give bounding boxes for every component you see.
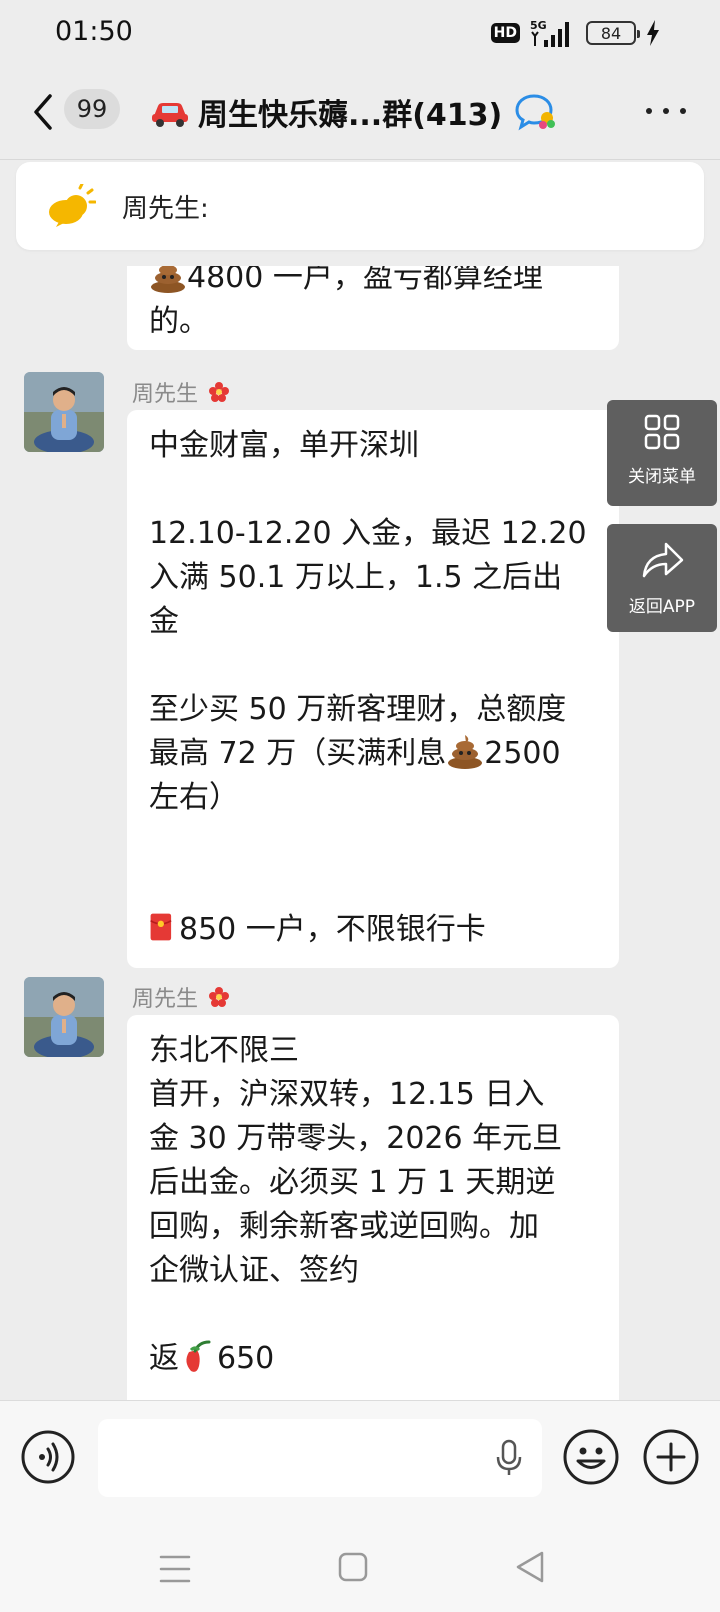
avatar-image bbox=[24, 977, 104, 1057]
close-menu-label: 关闭菜单 bbox=[628, 467, 696, 487]
mic-icon[interactable] bbox=[496, 1439, 522, 1477]
group-title-wrap[interactable]: 周生快乐薅...群(413) bbox=[150, 90, 558, 134]
signal-icon: 5G bbox=[530, 19, 569, 47]
grid-icon bbox=[644, 414, 680, 450]
chat-header: 99 周生快乐薅...群(413) bbox=[0, 66, 720, 160]
car-icon bbox=[152, 103, 188, 127]
home-icon[interactable] bbox=[338, 1552, 368, 1582]
hd-icon: HD bbox=[490, 23, 520, 43]
message-text: 最高 72 万（买满利息 bbox=[149, 736, 447, 771]
sender-name-row: 周先生 bbox=[132, 981, 230, 1013]
sender-name: 周先生 bbox=[132, 382, 199, 407]
more-icon[interactable] bbox=[646, 104, 686, 118]
message-line: 东北不限三 bbox=[149, 1033, 299, 1068]
avatar-image bbox=[24, 372, 104, 452]
message-line: 4800 一户，盈亏都算经理 bbox=[149, 266, 597, 300]
message-line: 的。 bbox=[149, 304, 209, 339]
message-line bbox=[149, 1293, 597, 1337]
message-line: 金 30 万带零头，2026 年元旦 bbox=[149, 1121, 563, 1156]
back-app-button[interactable]: 返回APP bbox=[607, 524, 717, 632]
sender-name: 周先生 bbox=[132, 987, 199, 1012]
message-line: 返 650 bbox=[149, 1337, 597, 1381]
svg-text:5G: 5G bbox=[530, 19, 547, 32]
message-line: 最高 72 万（买满利息 2500 bbox=[149, 732, 597, 776]
message-text: 返 bbox=[149, 1341, 179, 1376]
poop-emoji-icon bbox=[151, 266, 185, 293]
status-icons: HD 5G 84 bbox=[490, 16, 660, 50]
message-line: 至少买 50 万新客理财，总额度 bbox=[149, 692, 567, 727]
share-arrow-icon bbox=[642, 542, 684, 578]
message-line: 金 bbox=[149, 604, 179, 639]
message-line: 中金财富，单开深圳 bbox=[149, 428, 419, 463]
message-line: 左右） bbox=[149, 780, 239, 815]
sender-name-row: 周先生 bbox=[132, 376, 230, 408]
message-line: 企微认证、签约 bbox=[149, 1253, 359, 1288]
chat-bubble-icon[interactable] bbox=[514, 92, 558, 132]
message-input[interactable] bbox=[98, 1419, 542, 1497]
message-text: 850 一户，不限银行卡 bbox=[179, 912, 486, 947]
message-line: 850 一户，不限银行卡 bbox=[149, 908, 597, 952]
nav-back-icon[interactable] bbox=[514, 1550, 546, 1584]
message-text: 650 bbox=[217, 1341, 275, 1376]
pinned-text: 周先生: bbox=[122, 194, 209, 224]
message-line bbox=[149, 644, 597, 688]
message-text: 4800 一户，盈亏都算经理 bbox=[187, 266, 543, 295]
pinned-announcement[interactable]: 周先生: bbox=[16, 162, 704, 250]
message-bubble[interactable]: 中金财富，单开深圳 12.10-12.20 入金，最迟 12.20 入满 50.… bbox=[127, 410, 619, 968]
menu-icon[interactable] bbox=[159, 1554, 191, 1584]
battery-level: 84 bbox=[600, 23, 622, 43]
message-line bbox=[149, 468, 597, 512]
message-list[interactable]: 4800 一户，盈亏都算经理 的。 周先生 中金财富，单开深圳 12.10-12… bbox=[0, 266, 720, 1400]
status-time: 01:50 bbox=[55, 16, 133, 47]
avatar[interactable] bbox=[24, 977, 104, 1057]
message-text: 2500 bbox=[484, 736, 561, 771]
chili-emoji-icon bbox=[186, 1340, 211, 1372]
plus-icon[interactable] bbox=[642, 1428, 700, 1486]
system-nav-bar bbox=[0, 1520, 720, 1612]
status-bar: 01:50 HD 5G 84 bbox=[0, 0, 720, 66]
message-line bbox=[149, 864, 597, 908]
red-envelope-icon bbox=[150, 913, 172, 941]
flower-icon bbox=[209, 987, 230, 1007]
emoji-icon[interactable] bbox=[562, 1428, 620, 1486]
close-menu-button[interactable]: 关闭菜单 bbox=[607, 400, 717, 506]
sun-cloud-icon bbox=[49, 184, 96, 227]
avatar[interactable] bbox=[24, 372, 104, 452]
message-line bbox=[149, 820, 597, 864]
message-bubble[interactable]: 东北不限三 首开，沪深双转，12.15 日入 金 30 万带零头，2026 年元… bbox=[127, 1015, 619, 1400]
group-title: 周生快乐薅...群(413) bbox=[198, 98, 503, 133]
message-line: 后出金。必须买 1 万 1 天期逆 bbox=[149, 1165, 556, 1200]
back-arrow-icon[interactable] bbox=[28, 92, 58, 132]
charging-icon bbox=[647, 20, 659, 46]
message-bubble[interactable]: 4800 一户，盈亏都算经理 的。 bbox=[127, 266, 619, 350]
message-line: 回购，剩余新客或逆回购。加 bbox=[149, 1209, 539, 1244]
voice-icon[interactable] bbox=[20, 1429, 76, 1485]
message-line: 12.10-12.20 入金，最迟 12.20 bbox=[149, 516, 587, 551]
poop-emoji-icon bbox=[448, 735, 483, 769]
unread-count-badge[interactable]: 99 bbox=[64, 89, 120, 129]
input-bar bbox=[0, 1400, 720, 1520]
back-app-label: 返回APP bbox=[628, 597, 696, 617]
message-line: 入满 50.1 万以上，1.5 之后出 bbox=[149, 560, 563, 595]
flower-icon bbox=[209, 382, 230, 402]
battery-icon: 84 bbox=[586, 21, 640, 45]
message-line: 首开，沪深双转，12.15 日入 bbox=[149, 1077, 545, 1112]
